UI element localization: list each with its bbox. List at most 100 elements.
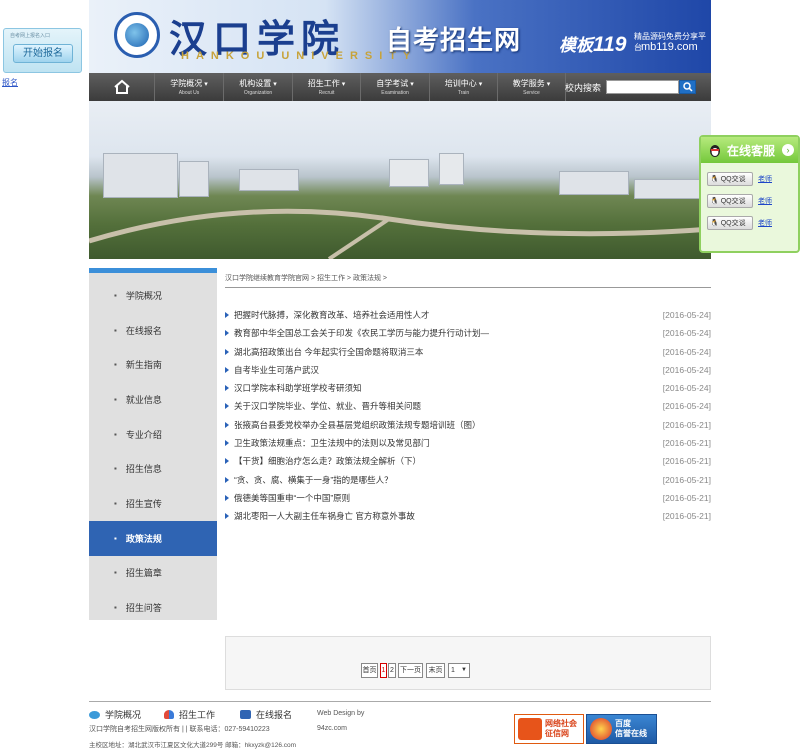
page-2-button[interactable]: 2 (388, 663, 396, 678)
nav-item-organization[interactable]: 机构设置Organization (224, 73, 293, 101)
news-row: 自考毕业生可落户武汉 [2016-05-24] (225, 361, 711, 379)
menu-item-admission-info[interactable]: ▪ 招生信息 (89, 452, 217, 487)
search-button[interactable] (679, 80, 696, 94)
news-title-link[interactable]: 自考毕业生可落户武汉 (234, 361, 319, 379)
apply-side-link[interactable]: 报名 (2, 77, 18, 88)
news-title-link[interactable]: 俄德美等国重申“一个中国”原则 (234, 489, 350, 507)
qq-chat-label: QQ交谈 (720, 198, 746, 205)
menu-item-label: 政策法规 (125, 533, 162, 544)
design-by-label: Web Design by (317, 710, 365, 717)
online-service-title: 在线客服 (727, 143, 776, 158)
news-title-link[interactable]: 卫生政策法规重点：卫生法规中的法则以及常见部门 (234, 434, 430, 452)
footer-divider (89, 701, 711, 702)
news-title-link[interactable]: 把握时代脉搏，深化教育改革、培养社会适用性人才 (234, 306, 430, 324)
nav-item-service[interactable]: 教学服务Service (498, 73, 566, 101)
trust-badge-network[interactable]: 网络社会 征信网 (514, 714, 584, 744)
nav-item-recruit[interactable]: 招生工作Recruit (293, 73, 361, 101)
nav-sublabel: Examination (381, 90, 409, 96)
news-title-link[interactable]: “贪、贪、腐、横集于一身”指的是哪些人？ (234, 471, 393, 489)
news-title-link[interactable]: 【干货】细胞治疗怎么走？政策法规全解析（下） (234, 452, 421, 470)
bullet-icon: ▪ (114, 325, 117, 335)
site-title: 自考招生网 (386, 25, 522, 55)
nav-item-examination[interactable]: 自学考试Examination (361, 73, 430, 101)
menu-item-promotion[interactable]: ▪ 招生宣传 (89, 486, 217, 521)
start-apply-button[interactable]: 开始报名 (13, 44, 73, 63)
news-title-link[interactable]: 湖北高招政策出台 今年起实行全国命题将取消三本 (234, 343, 423, 361)
main-nav: 学院概况About Us 机构设置Organization 招生工作Recrui… (89, 73, 711, 101)
first-page-button[interactable]: 首页 (361, 663, 378, 678)
triangle-bullet-icon (225, 366, 229, 373)
footer-link-apply[interactable]: 在线报名 (240, 708, 292, 721)
next-page-button[interactable]: 下一页 (398, 663, 423, 678)
breadcrumb[interactable]: 汉口学院继续教育学院官网 > 招生工作 > 政策法规 > (225, 273, 711, 288)
bullet-icon: ▪ (114, 394, 117, 404)
menu-item-policy[interactable]: ▪ 政策法规 (89, 520, 217, 556)
design-by-site[interactable]: 94zc.com (317, 725, 347, 732)
news-row: 俄德美等国重申“一个中国”原则 [2016-05-21] (225, 489, 711, 507)
nav-item-about[interactable]: 学院概况About Us (155, 73, 224, 101)
menu-item-majors[interactable]: ▪ 专业介绍 (89, 417, 217, 452)
menu-item-online-apply[interactable]: ▪ 在线报名 (89, 313, 217, 348)
last-page-button[interactable]: 末页 (426, 663, 445, 678)
footer-link-label: 在线报名 (256, 710, 293, 720)
page-1-button[interactable]: 1 (380, 663, 387, 678)
news-date: [2016-05-21] (662, 511, 711, 522)
page-select[interactable]: 1 ▼ (448, 663, 470, 678)
triangle-bullet-icon (225, 476, 229, 483)
trust-badge-credit[interactable]: 百度 信誉在线 (586, 714, 657, 744)
news-row: 卫生政策法规重点：卫生法规中的法则以及常见部门 [2016-05-21] (225, 434, 711, 452)
qq-contact-row: 🐧 QQ交谈 老师 (707, 171, 772, 187)
nav-label: 培训中心 (430, 78, 497, 89)
news-date: [2016-05-21] (662, 474, 711, 485)
footer-link-about[interactable]: 学院概况 (89, 708, 141, 721)
page-select-value: 1 (451, 667, 455, 674)
menu-item-faq[interactable]: ▪ 招生问答 (89, 590, 217, 625)
badge-line: 征信网 (545, 729, 569, 738)
qq-icon: 🐧 (710, 220, 719, 227)
menu-item-label: 新生指南 (125, 360, 162, 371)
news-title-link[interactable]: 关于汉口学院毕业、学位、就业、晋升等相关问题 (234, 397, 421, 415)
menu-item-freshman-guide[interactable]: ▪ 新生指南 (89, 347, 217, 382)
apply-widget: 自考网上报名入口 开始报名 (3, 28, 82, 73)
news-date: [2016-05-24] (662, 401, 711, 412)
qq-icon: 🐧 (710, 176, 719, 183)
bullet-icon: ▪ (114, 533, 117, 543)
bullet-icon: ▪ (114, 290, 117, 300)
news-title-link[interactable]: 张掖高台县委党校举办全县基层党组织政策法规专题培训班（图） (234, 416, 481, 434)
qq-chat-button[interactable]: 🐧 QQ交谈 (707, 172, 753, 186)
footer-link-recruit[interactable]: 招生工作 (164, 708, 215, 721)
bullet-icon: ▪ (114, 499, 117, 509)
menu-item-label: 在线报名 (125, 325, 162, 336)
badge-line: 百度 (615, 719, 631, 728)
address-text: 主校区地址：湖北武汉市江夏区文化大道299号 邮箱：hkxyzk@126.com (89, 742, 297, 749)
menu-item-chapters[interactable]: ▪ 招生篇章 (89, 556, 217, 591)
news-title-link[interactable]: 教育部中华全国总工会关于印发《农民工学历与能力提升行动计划— (234, 324, 489, 342)
people-icon (164, 710, 174, 719)
bullet-icon: ▪ (114, 568, 117, 578)
triangle-bullet-icon (225, 348, 229, 355)
qq-chat-button[interactable]: 🐧 QQ交谈 (707, 194, 753, 208)
news-date: [2016-05-21] (662, 438, 711, 449)
qq-chat-label: QQ交谈 (720, 176, 746, 183)
menu-item-employment[interactable]: ▪ 就业信息 (89, 382, 217, 417)
university-logo[interactable] (114, 12, 160, 58)
nav-label: 自学考试 (361, 78, 429, 89)
collapse-arrow-icon[interactable]: › (782, 144, 794, 156)
triangle-bullet-icon (225, 513, 229, 520)
search-input[interactable] (606, 80, 679, 94)
qq-contact-name[interactable]: 老师 (758, 174, 772, 184)
qq-contact-name[interactable]: 老师 (758, 218, 772, 228)
home-icon[interactable] (89, 73, 155, 101)
qq-chat-button[interactable]: 🐧 QQ交谈 (707, 216, 753, 230)
nav-sublabel: Service (523, 90, 540, 96)
nav-item-train[interactable]: 培训中心Train (430, 73, 498, 101)
news-title-link[interactable]: 汉口学院本科助学班学校考研须知 (234, 379, 362, 397)
menu-item-about[interactable]: ▪ 学院概况 (89, 278, 217, 313)
nav-label: 学院概况 (155, 78, 223, 89)
online-service-widget: 在线客服 › 🐧 QQ交谈 老师 🐧 QQ交谈 老师 🐧 QQ交谈 老师 (699, 135, 800, 253)
qq-penguin-icon (710, 145, 720, 157)
news-title-link[interactable]: 湖北枣阳一人大副主任车祸身亡 官方称意外事故 (234, 507, 415, 525)
qq-contact-name[interactable]: 老师 (758, 196, 772, 206)
triangle-bullet-icon (225, 330, 229, 337)
bullet-icon: ▪ (114, 429, 117, 439)
